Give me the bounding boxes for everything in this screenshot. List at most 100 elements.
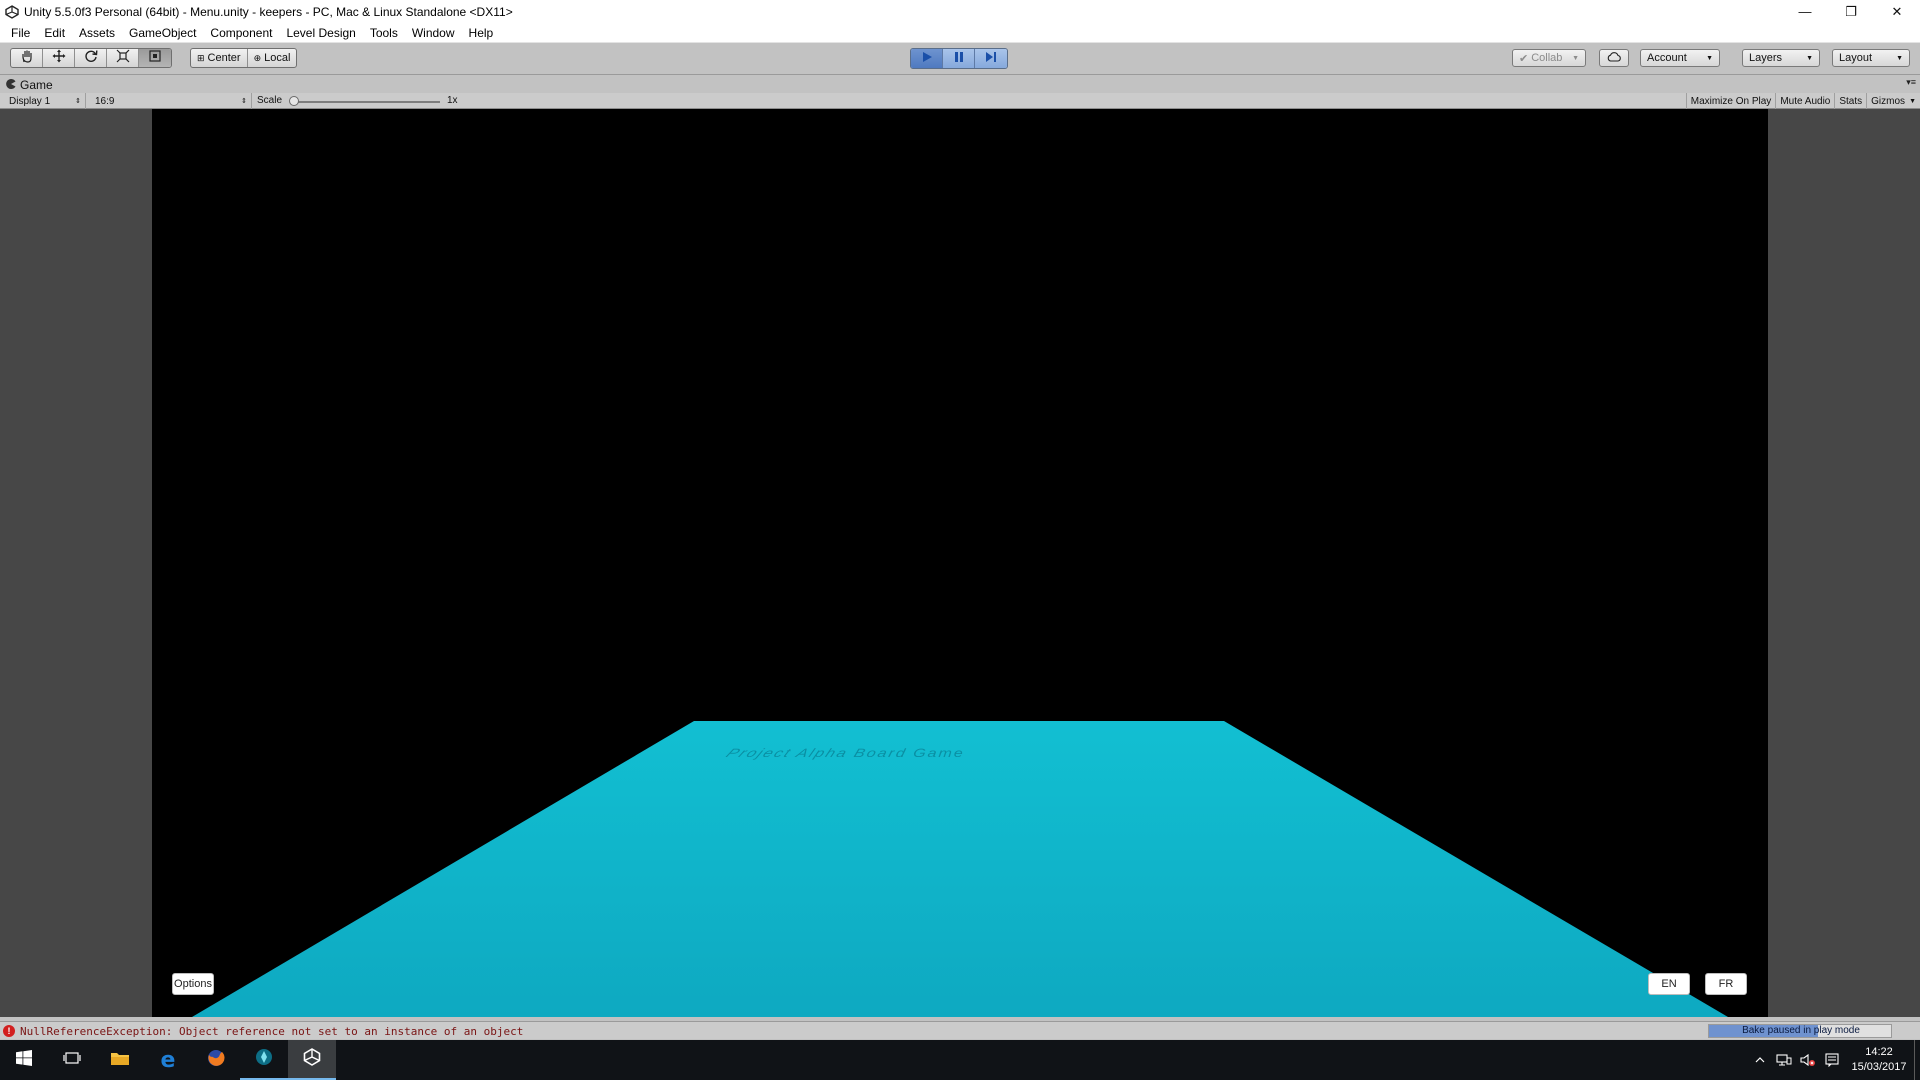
game-pacman-icon [6,78,16,92]
space-label: Local [264,52,291,64]
play-icon [921,50,933,68]
layout-dropdown[interactable]: Layout ▼ [1832,49,1910,67]
volume-muted-icon[interactable] [1796,1040,1820,1080]
unity-logo-icon [4,4,20,20]
pivot-local-button[interactable]: ⊕ Local [248,49,297,67]
display-dropdown[interactable]: Display 1 ⇕ [4,93,86,109]
bake-progress-bar: Bake paused in play mode [1708,1024,1892,1038]
play-controls [910,48,1008,69]
menu-tools[interactable]: Tools [363,26,405,40]
windows-logo-icon [16,1049,32,1071]
folder-icon [110,1050,130,1071]
updown-caret-icon: ⇕ [75,98,81,105]
file-explorer-button[interactable] [96,1040,144,1080]
menu-file[interactable]: File [4,26,37,40]
unity-taskbar-button[interactable] [288,1040,336,1080]
play-button[interactable] [911,49,943,68]
menu-bar: File Edit Assets GameObject Component Le… [0,23,1920,43]
bake-status-text: Bake paused in play mode [1742,1025,1860,1036]
tab-menu-icon[interactable]: ▾≡ [1906,77,1916,88]
maximize-on-play-toggle[interactable]: Maximize On Play [1685,93,1776,109]
menu-assets[interactable]: Assets [72,26,122,40]
restore-button[interactable]: ❐ [1828,0,1874,23]
app-emblem-icon [254,1047,274,1072]
gizmos-label: Gizmos [1871,95,1906,107]
game-tab[interactable]: Game [6,77,53,93]
network-icon[interactable] [1772,1040,1796,1080]
menu-edit[interactable]: Edit [37,26,72,40]
language-fr-button[interactable]: FR [1705,973,1747,995]
chevron-down-icon: ▼ [1806,54,1813,62]
aspect-label: 16:9 [95,95,115,107]
chevron-down-icon: ▼ [1909,97,1916,105]
move-icon [52,49,66,67]
console-error-message[interactable]: NullReferenceException: Object reference… [20,1025,523,1038]
account-dropdown[interactable]: Account ▼ [1640,49,1720,67]
tray-overflow-chevron-icon[interactable] [1748,1040,1772,1080]
scale-slider-handle[interactable] [289,96,299,106]
scale-label: Scale [257,95,283,106]
menu-level-design[interactable]: Level Design [279,26,362,40]
options-button[interactable]: Options [172,973,214,995]
start-button[interactable] [0,1040,48,1080]
status-bar: ! NullReferenceException: Object referen… [0,1021,1920,1039]
chevron-down-icon: ▼ [1572,54,1579,62]
transform-tools [10,48,172,68]
gizmos-toggle[interactable]: Gizmos ▼ [1866,93,1920,109]
system-clock[interactable]: 14:22 15/03/2017 [1844,1045,1914,1075]
minimize-button[interactable]: — [1782,0,1828,23]
task-view-button[interactable] [48,1040,96,1080]
menu-gameobject[interactable]: GameObject [122,26,203,40]
show-desktop-button[interactable] [1914,1040,1920,1080]
firefox-icon [206,1048,226,1073]
game-viewport[interactable]: Project Alpha Board Game Options EN FR [152,109,1768,1017]
layers-dropdown[interactable]: Layers ▼ [1742,49,1820,67]
account-label: Account [1647,52,1687,64]
collab-dropdown[interactable]: ✔ Collab ▼ [1512,49,1586,67]
firefox-button[interactable] [192,1040,240,1080]
pause-icon [953,50,965,68]
task-view-icon [63,1051,81,1070]
close-button[interactable]: ✕ [1874,0,1920,23]
game-tab-label: Game [20,78,53,92]
move-tool-button[interactable] [43,49,75,67]
cloud-icon [1607,51,1621,65]
pause-button[interactable] [943,49,975,68]
pivot-label: Center [207,52,241,64]
error-icon: ! [3,1025,15,1037]
collab-label: Collab [1531,52,1563,64]
rotate-tool-button[interactable] [75,49,107,67]
rect-tool-button[interactable] [139,49,171,67]
pivot-center-button[interactable]: ⊞ Center [191,49,248,67]
hand-tool-button[interactable] [11,49,43,67]
collab-check-icon: ✔ [1519,52,1529,65]
app-button[interactable] [240,1040,288,1080]
game-view-toolbar: Display 1 ⇕ 16:9 ⇕ Scale 1x Maximize On … [0,93,1920,109]
windows-taskbar: e 14:22 15/03/2017 [0,1040,1920,1080]
step-button[interactable] [975,49,1007,68]
layout-label: Layout [1839,52,1873,64]
local-space-icon: ⊕ [253,52,262,63]
stats-toggle[interactable]: Stats [1834,93,1866,109]
action-center-icon[interactable] [1820,1040,1844,1080]
aspect-dropdown[interactable]: 16:9 ⇕ [90,93,252,109]
cloud-button[interactable] [1599,49,1629,67]
menu-component[interactable]: Component [203,26,279,40]
language-en-button[interactable]: EN [1648,973,1690,995]
game-view: Project Alpha Board Game Options EN FR [0,109,1920,1017]
mute-audio-toggle[interactable]: Mute Audio [1775,93,1834,109]
system-tray: 14:22 15/03/2017 [1748,1040,1920,1080]
scale-icon [116,49,130,67]
edge-icon: e [160,1047,176,1073]
edge-browser-button[interactable]: e [144,1040,192,1080]
rect-icon [148,49,162,67]
scale-slider-track[interactable] [292,101,440,103]
hand-icon [20,49,34,67]
window-title: Unity 5.5.0f3 Personal (64bit) - Menu.un… [24,4,513,19]
menu-help[interactable]: Help [462,26,501,40]
scale-tool-button[interactable] [107,49,139,67]
unity-editor-window: Unity 5.5.0f3 Personal (64bit) - Menu.un… [0,0,1920,1080]
updown-caret-icon: ⇕ [241,98,247,105]
menu-window[interactable]: Window [405,26,462,40]
game-board-plane [192,721,1728,1017]
